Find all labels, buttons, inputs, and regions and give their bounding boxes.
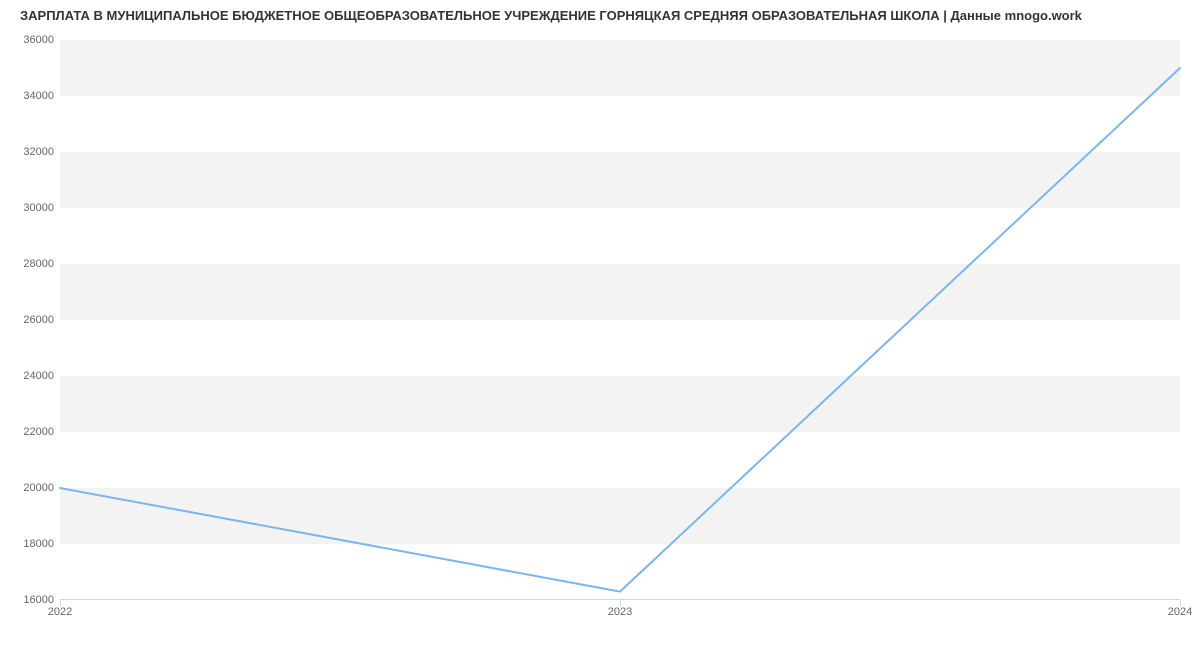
y-tick-label: 34000 — [23, 90, 54, 102]
x-tick-label: 2024 — [1168, 606, 1192, 618]
y-tick-label: 16000 — [23, 594, 54, 606]
y-tick-label: 24000 — [23, 370, 54, 382]
x-tick-label: 2023 — [608, 606, 632, 618]
line-series-layer — [60, 40, 1180, 600]
y-tick-label: 26000 — [23, 314, 54, 326]
y-tick-label: 20000 — [23, 482, 54, 494]
y-tick-label: 36000 — [23, 34, 54, 46]
series-line — [60, 68, 1180, 592]
y-tick-label: 32000 — [23, 146, 54, 158]
chart-container: ЗАРПЛАТА В МУНИЦИПАЛЬНОЕ БЮДЖЕТНОЕ ОБЩЕО… — [0, 0, 1200, 650]
x-tick-label: 2022 — [48, 606, 72, 618]
y-tick-label: 30000 — [23, 202, 54, 214]
y-tick-label: 28000 — [23, 258, 54, 270]
plot-area: 16000 18000 20000 22000 24000 26000 2800… — [60, 40, 1180, 600]
y-tick-label: 22000 — [23, 426, 54, 438]
y-tick-label: 18000 — [23, 538, 54, 550]
chart-title: ЗАРПЛАТА В МУНИЦИПАЛЬНОЕ БЮДЖЕТНОЕ ОБЩЕО… — [0, 8, 1200, 23]
